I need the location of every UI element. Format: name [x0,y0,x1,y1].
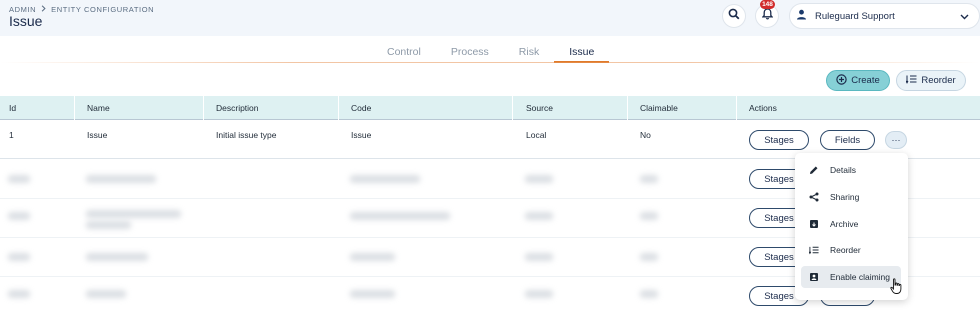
column-divider [74,96,75,120]
page-title: Issue [9,13,43,29]
search-button[interactable] [722,4,746,28]
pencil-icon [809,165,819,175]
cell-id: 1 [9,130,14,140]
blurred-cell [350,253,395,261]
user-menu[interactable]: Ruleguard Support [789,3,980,29]
more-actions-button[interactable]: ··· [885,131,907,149]
notification-count-badge: 148 [760,0,775,9]
blurred-cell [525,175,553,183]
column-header-claimable[interactable]: Claimable [640,96,678,120]
breadcrumb-current: ENTITY CONFIGURATION [51,5,155,14]
tab-divider [0,62,980,63]
blurred-cell [640,290,658,298]
table-header: Id Name Description Code Source Claimabl… [0,96,980,120]
menu-item-reorder[interactable]: Reorder [801,239,901,261]
blurred-cell [8,290,30,298]
cell-name: Issue [87,130,108,140]
plus-circle-icon [836,73,847,88]
menu-item-details[interactable]: Details [801,159,901,181]
blurred-cell [640,175,658,183]
blurred-cell [86,221,131,229]
user-name: Ruleguard Support [815,10,895,22]
blurred-cell [86,290,126,298]
blurred-cell [8,175,30,183]
column-header-id[interactable]: Id [9,96,16,120]
blurred-cell [525,253,553,261]
tab-risk[interactable]: Risk [504,45,554,63]
hand-cursor-icon [890,278,903,300]
search-icon [728,7,740,25]
create-button[interactable]: Create [826,70,890,91]
column-divider [512,96,513,120]
share-icon [809,192,819,202]
cell-claimable: No [640,130,651,140]
column-header-name[interactable]: Name [87,96,110,120]
tab-control[interactable]: Control [372,45,436,63]
column-divider [338,96,339,120]
cell-code: Issue [351,130,372,140]
blurred-cell [350,175,420,183]
menu-item-label: Details [830,165,856,175]
column-divider [627,96,628,120]
reorder-label: Reorder [921,75,956,86]
blurred-cell [640,253,658,261]
cell-description: Initial issue type [216,130,277,140]
reorder-button[interactable]: Reorder [896,70,966,91]
entity-tabs: Control Process Risk Issue [372,45,610,63]
menu-item-sharing[interactable]: Sharing [801,186,901,208]
blurred-cell [8,212,30,220]
blurred-cell [86,253,148,261]
claim-icon [809,272,819,282]
tab-issue[interactable]: Issue [554,45,610,63]
menu-item-label: Enable claiming [830,272,891,282]
column-header-source[interactable]: Source [526,96,553,120]
column-divider [736,96,737,120]
create-label: Create [851,75,880,86]
column-header-description[interactable]: Description [216,96,259,120]
menu-item-archive[interactable]: Archive [801,213,901,235]
tab-process[interactable]: Process [436,45,504,63]
menu-item-label: Reorder [830,245,861,255]
blurred-cell [8,253,30,261]
blurred-cell [86,210,181,218]
reorder-icon [905,74,917,87]
blurred-cell [525,290,553,298]
blurred-cell [350,212,450,220]
stages-button[interactable]: Stages [749,130,809,150]
user-icon [796,7,807,25]
blurred-cell [86,175,156,183]
blurred-cell [640,212,658,220]
chevron-down-icon [960,7,969,25]
archive-icon [809,219,819,229]
fields-button[interactable]: Fields [820,130,875,150]
column-header-actions: Actions [749,103,777,113]
menu-item-enable-claiming[interactable]: Enable claiming [801,266,901,288]
blurred-cell [525,212,553,220]
column-header-code[interactable]: Code [351,96,371,120]
bell-icon [761,7,773,25]
cell-source: Local [526,130,547,140]
menu-item-label: Sharing [830,192,860,202]
blurred-cell [350,290,395,298]
reorder-icon [809,245,819,255]
column-divider [203,96,204,120]
menu-item-label: Archive [830,219,859,229]
